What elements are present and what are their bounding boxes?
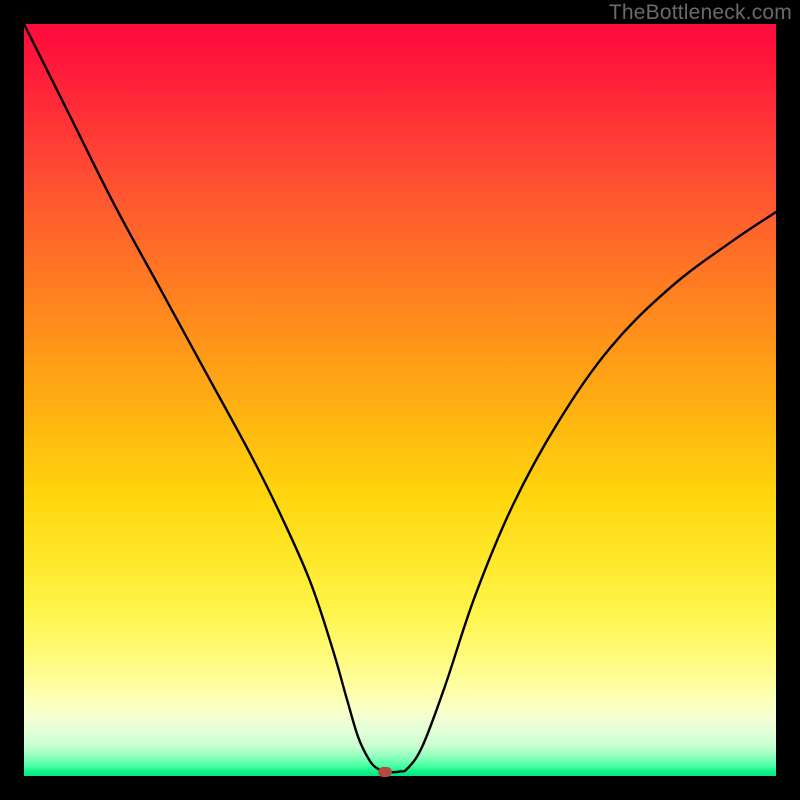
bottleneck-curve <box>24 24 776 772</box>
watermark-text: TheBottleneck.com <box>609 1 792 25</box>
plot-area <box>24 24 776 776</box>
curve-svg <box>24 24 776 776</box>
optimum-marker <box>378 767 392 777</box>
chart-frame: TheBottleneck.com <box>0 0 800 800</box>
